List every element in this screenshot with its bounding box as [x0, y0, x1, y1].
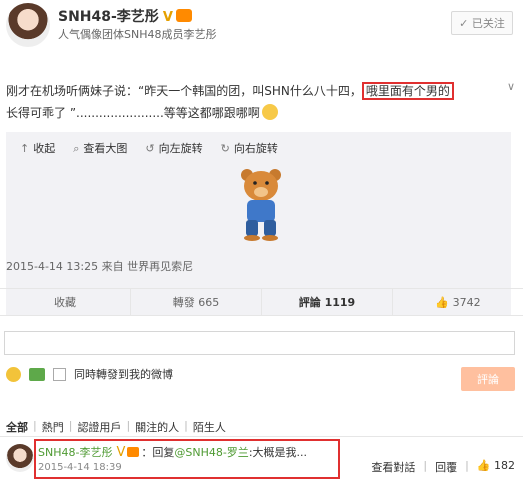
repost-checkbox[interactable]	[53, 367, 66, 381]
comment-button[interactable]: 評論 1119	[262, 289, 393, 315]
mention-link[interactable]: @SNH48-罗兰	[174, 446, 248, 459]
check-icon: ✓	[459, 16, 469, 30]
follow-button[interactable]: ✓ 已关注	[451, 11, 513, 35]
verified-icon: V	[116, 445, 126, 460]
vip-icon	[175, 9, 192, 22]
username[interactable]: SNH48-李艺彤 V	[58, 6, 192, 26]
collapse-button[interactable]: ↑ 收起	[20, 140, 55, 156]
repost-checkbox-label: 同時轉發到我的微博	[74, 368, 173, 381]
reply-username[interactable]: SNH48-李艺彤	[38, 446, 112, 459]
bear-sticker-image[interactable]	[234, 166, 288, 242]
verified-icon: V	[162, 10, 173, 25]
chevron-down-icon[interactable]: ∨	[507, 80, 515, 93]
reply-actions: 查看對話 | 回覆 | 👍 182	[371, 459, 515, 475]
tab-following[interactable]: 關注的人	[130, 419, 184, 435]
media-toolbar: ↑ 收起 ⌕ 查看大图 ↺ 向左旋转 ↻ 向右旋转	[20, 140, 278, 156]
magnifier-icon: ⌕	[73, 142, 80, 155]
user-avatar[interactable]	[6, 3, 50, 47]
weibo-post-page: SNH48-李艺彤 V 人气偶像团体SNH48成员李艺彤 ✓ 已关注 刚才在机场听…	[0, 0, 523, 485]
comment-filter-tabs: 全部 | 熱門 | 認證用戶 | 關注的人 | 陌生人	[6, 419, 231, 435]
repost-button[interactable]: 轉發 665	[131, 289, 262, 315]
tab-verified[interactable]: 認證用戶	[72, 419, 126, 435]
emoji-icon	[261, 104, 278, 120]
post-meta: 2015-4-14 13:25 来自 世界再见索尼	[6, 260, 194, 273]
highlighted-text: 哦里面有个男的	[361, 82, 454, 100]
tab-all[interactable]: 全部	[6, 419, 33, 435]
tab-strangers[interactable]: 陌生人	[188, 419, 231, 435]
reply-like-button[interactable]: 👍 182	[477, 459, 515, 475]
image-upload-icon[interactable]	[29, 367, 45, 381]
view-conversation-link[interactable]: 查看對話	[371, 459, 415, 475]
comment-input[interactable]	[4, 331, 515, 355]
post-header: SNH48-李艺彤 V 人气偶像团体SNH48成员李艺彤 ✓ 已关注	[0, 0, 523, 69]
thumbs-up-icon: 👍	[435, 295, 450, 309]
vip-icon	[127, 447, 140, 457]
post-text: 刚才在机场听俩妹子说：“昨天一个韩国的团，叫SHN什么八十四， 哦里面有个男的 长…	[6, 80, 496, 124]
thumbs-up-icon: 👍	[476, 459, 491, 472]
collapse-icon: ↑	[20, 142, 30, 155]
comment-row: SNH48-李艺彤 V ：回复@SNH48-罗兰:大概是我... 2015-4-14…	[0, 436, 523, 486]
rotate-left-button[interactable]: ↺ 向左旋转	[145, 140, 202, 156]
reply-link[interactable]: 回覆	[435, 459, 457, 475]
action-bar: 收藏 轉發 665 評論 1119 👍 3742	[0, 288, 523, 316]
post-body: 刚才在机场听俩妹子说：“昨天一个韩国的团，叫SHN什么八十四， 哦里面有个男的 长…	[0, 68, 523, 316]
tab-hot[interactable]: 熱門	[37, 419, 69, 435]
submit-comment-button[interactable]: 評論	[461, 367, 515, 391]
like-button[interactable]: 👍 3742	[393, 289, 523, 315]
favorite-button[interactable]: 收藏	[0, 289, 131, 315]
reply-avatar[interactable]	[6, 444, 34, 472]
composer-tools: 同時轉發到我的微博	[6, 366, 173, 382]
view-large-button[interactable]: ⌕ 查看大图	[73, 140, 127, 156]
reply-line: SNH48-李艺彤 V ：回复@SNH48-罗兰:大概是我...	[38, 445, 308, 460]
reply-date: 2015-4-14 18:39	[38, 462, 122, 473]
rotate-left-icon: ↺	[145, 142, 155, 155]
user-bio: 人气偶像团体SNH48成员李艺彤	[58, 28, 217, 41]
emoji-picker-icon[interactable]	[6, 366, 21, 382]
rotate-right-icon: ↻	[220, 142, 230, 155]
rotate-right-button[interactable]: ↻ 向右旋转	[221, 140, 278, 156]
